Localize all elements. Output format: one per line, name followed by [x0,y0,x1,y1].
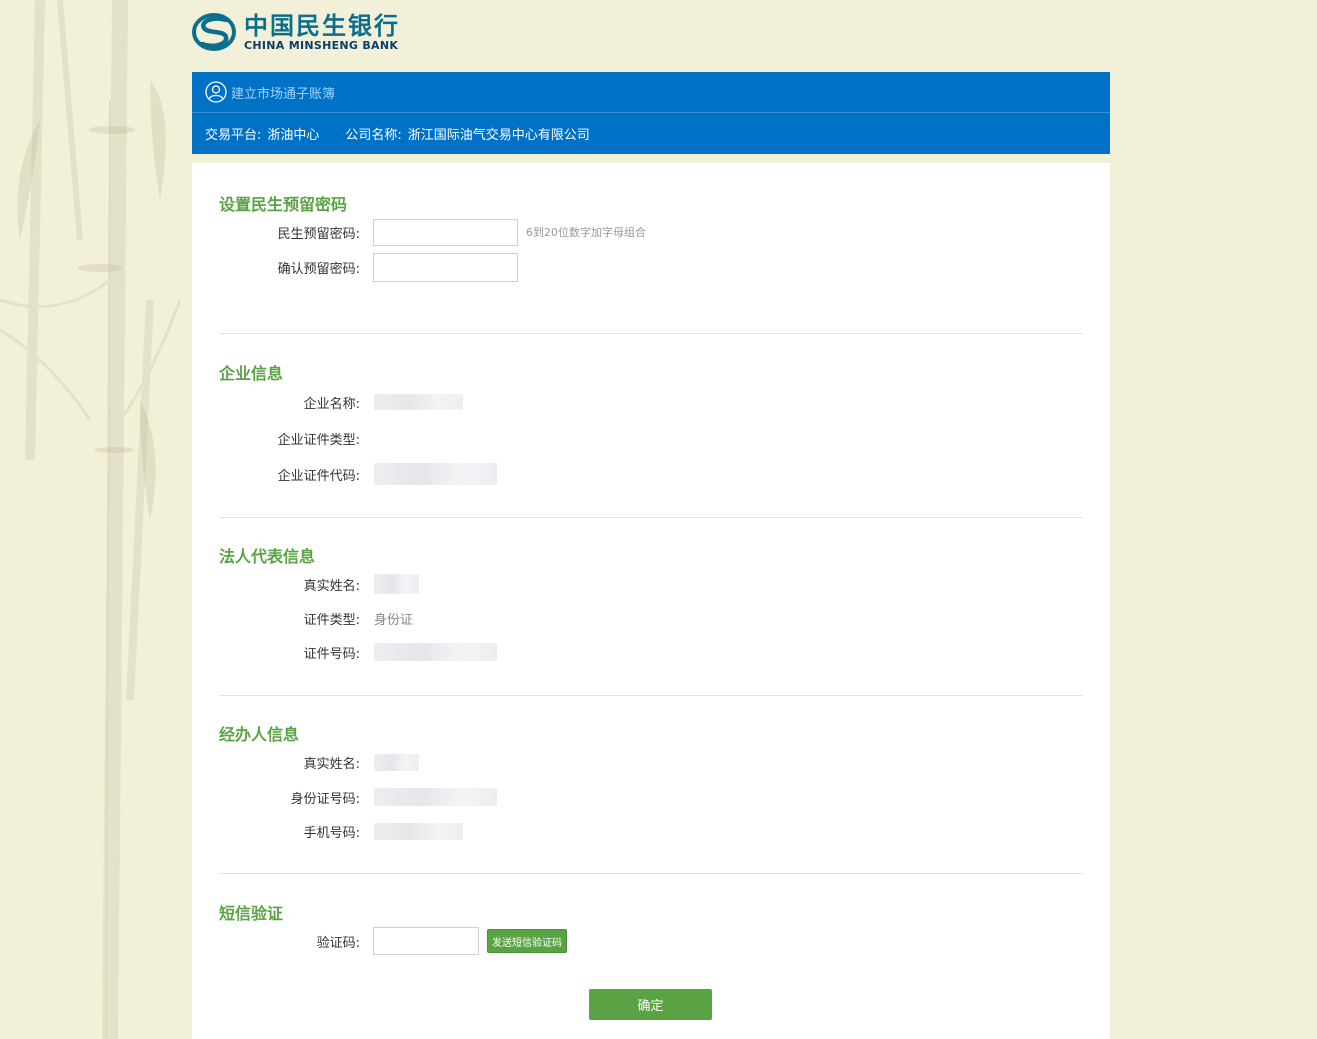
legal-cert-type-row: 证件类型: 身份证 [192,603,413,633]
password-row: 民生预留密码: 6到20位数字加字母组合 [192,217,646,247]
legal-name-row: 真实姓名: [192,569,419,599]
platform-label: 交易平台: [205,128,262,143]
legal-name-label: 真实姓名: [303,578,360,594]
password-input[interactable] [373,218,518,246]
confirm-button[interactable]: 确定 [589,989,712,1020]
legal-cert-no-value-redacted [374,643,497,661]
divider [219,695,1083,696]
user-icon [205,81,227,103]
password-hint: 6到20位数字加字母组合 [526,226,646,239]
legal-name-value-redacted [374,574,419,594]
legal-cert-no-label: 证件号码: [303,646,360,662]
header-title-row: 建立市场通子账簿 [192,72,1110,113]
agent-phone-label: 手机号码: [303,825,360,841]
bank-name-cn: 中国民生银行 [244,11,400,40]
company-value: 浙江国际油气交易中心有限公司 [407,128,590,143]
send-sms-button[interactable]: 发送短信验证码 [487,929,567,953]
legal-section-title: 法人代表信息 [219,547,316,566]
legal-cert-type-label: 证件类型: [303,612,360,628]
minsheng-logo-icon [192,13,236,51]
confirm-password-label: 确认预留密码: [277,261,360,277]
password-label: 民生预留密码: [277,226,360,242]
agent-id-row: 身份证号码: [192,782,497,812]
sms-code-label: 验证码: [316,935,360,951]
agent-name-label: 真实姓名: [303,756,360,772]
confirm-password-row: 确认预留密码: [192,252,518,282]
company-cert-type-label: 企业证件类型: [277,432,360,448]
company-label: 公司名称: [345,128,402,143]
company-cert-code-value-redacted [374,463,497,485]
agent-name-value-redacted [374,753,419,771]
agent-id-value-redacted [374,788,497,806]
form-card: 设置民生预留密码 民生预留密码: 6到20位数字加字母组合 确认预留密码: 企业… [192,163,1110,1039]
bank-logo[interactable]: 中国民生银行 CHINA MINSHENG BANK [192,12,400,52]
legal-cert-no-row: 证件号码: [192,637,497,667]
company-cert-code-row: 企业证件代码: [192,459,497,489]
company-cert-type-row: 企业证件类型: [192,423,374,453]
password-section-title: 设置民生预留密码 [219,195,348,214]
agent-id-label: 身份证号码: [290,791,360,807]
agent-phone-row: 手机号码: [192,816,463,846]
company-cert-code-label: 企业证件代码: [277,468,360,484]
agent-section-title: 经办人信息 [219,725,300,744]
company-name-label: 企业名称: [303,396,360,412]
divider [219,517,1083,518]
sms-code-row: 验证码: 发送短信验证码 [192,926,567,956]
bank-name-en: CHINA MINSHENG BANK [244,38,399,52]
agent-name-row: 真实姓名: [192,747,419,777]
platform-value: 浙油中心 [267,128,320,143]
legal-cert-type-value: 身份证 [374,612,414,628]
page-title: 建立市场通子账簿 [231,86,336,102]
agent-phone-value-redacted [374,822,463,840]
company-name-value-redacted [374,394,463,410]
sms-section-title: 短信验证 [219,904,284,923]
bamboo-background [0,0,200,1039]
sms-code-input[interactable] [373,927,479,955]
confirm-password-input[interactable] [373,252,518,282]
page-header: 建立市场通子账簿 交易平台: 浙油中心 公司名称: 浙江国际油气交易中心有限公司 [192,72,1110,154]
divider [219,873,1083,874]
divider [219,333,1083,334]
company-name-row: 企业名称: [192,387,463,417]
company-section-title: 企业信息 [219,364,284,383]
header-info-row: 交易平台: 浙油中心 公司名称: 浙江国际油气交易中心有限公司 [192,113,1110,154]
